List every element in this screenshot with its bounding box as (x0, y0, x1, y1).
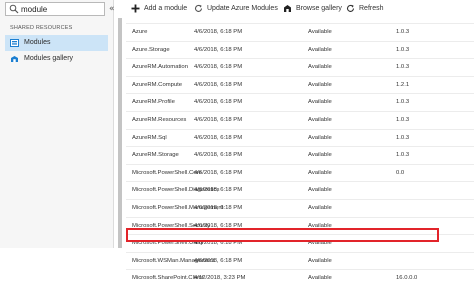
version-cell: 1.0.3 (396, 134, 410, 141)
sidebar-item-modules-gallery[interactable]: Modules gallery (5, 51, 108, 67)
search-input[interactable] (21, 3, 103, 15)
status-cell: Available (308, 169, 332, 176)
table-row[interactable]: AzureRM.Sql 4/6/2018, 6:18 PM Available 1.0… (126, 128, 474, 147)
version-cell: 1.0.3 (396, 117, 410, 123)
section-header-shared-resources: SHARED RESOURCES (10, 25, 73, 31)
plus-icon (131, 4, 140, 13)
last-modified-cell: 4/6/2018, 6:18 PM (194, 169, 243, 176)
last-modified-cell: 4/6/2018, 6:18 PM (194, 29, 243, 35)
table-row[interactable]: Microsoft.PowerShell.Diagnostics 4/6/2018… (126, 181, 474, 199)
table-row[interactable]: AzureRM.Compute 4/6/2018, 6:18 PM Availabl… (126, 75, 474, 94)
add-module-label: Add a module (144, 5, 188, 12)
refresh-icon (346, 4, 355, 12)
version-cell: 16.0.0.0 (396, 275, 418, 282)
module-name-cell: AzureRM.Automation (132, 64, 188, 71)
table-row[interactable]: AzureRM.Profile 4/6/2018, 6:18 PM Availabl… (126, 93, 474, 111)
version-cell: 1.0.3 (396, 64, 410, 71)
status-cell: Available (308, 134, 332, 141)
status-cell: Available (308, 152, 332, 159)
sidebar-item-label: Modules gallery (24, 55, 74, 62)
module-name-cell: Azure.Storage (132, 46, 170, 53)
status-cell: Available (308, 257, 332, 264)
last-modified-cell: 4/6/2018, 6:18 PM (194, 117, 243, 123)
gallery-icon (11, 56, 18, 62)
scrollbar-thumb[interactable] (118, 18, 122, 248)
last-modified-cell: 4/6/2018, 6:18 PM (194, 81, 243, 88)
version-cell: 1.2.1 (396, 81, 410, 88)
module-name-cell: Microsoft.SharePoint.Client (132, 275, 204, 282)
module-name-cell: AzureRM.Resources (132, 117, 187, 123)
last-modified-cell: 4/6/2018, 6:18 PM (194, 64, 243, 71)
last-modified-cell: 4/6/2018, 6:18 PM (194, 152, 243, 159)
highlight-box (126, 228, 439, 242)
table-row[interactable]: Microsoft.SharePoint.Client 4/12/2018, 3:… (126, 269, 474, 287)
table-row[interactable]: AzureRM.Automation 4/6/2018, 6:18 PM Avail… (126, 58, 474, 76)
version-cell: 1.0.3 (396, 29, 410, 35)
status-cell: Available (308, 99, 332, 106)
table-row[interactable]: Microsoft.PowerShell.Management 4/6/2018,… (126, 199, 474, 217)
gallery-icon (284, 5, 291, 12)
table-row[interactable]: Azure.Storage 4/6/2018, 6:18 PM Available 1… (126, 40, 474, 59)
modules-icon (10, 39, 19, 47)
sidebar: SHARED RESOURCES Modules Modules gallery (0, 0, 114, 248)
last-modified-cell: 4/6/2018, 6:18 PM (194, 46, 243, 53)
sidebar-item-label: Modules (24, 39, 51, 46)
module-name-cell: AzureRM.Compute (132, 81, 183, 88)
module-name-cell: AzureRM.Profile (132, 99, 175, 106)
status-cell: Available (308, 46, 332, 53)
browse-gallery-label: Browse gallery (296, 5, 342, 12)
refresh-label: Refresh (359, 5, 384, 12)
version-cell: 1.0.3 (396, 99, 410, 106)
last-modified-cell: 4/6/2018, 6:18 PM (194, 205, 243, 211)
update-azure-modules-label: Update Azure Modules (207, 5, 278, 12)
search-box[interactable] (5, 2, 105, 16)
status-cell: Available (308, 29, 332, 35)
status-cell: Available (308, 275, 332, 282)
status-cell: Available (308, 187, 332, 194)
status-cell: Available (308, 81, 332, 88)
status-cell: Available (308, 117, 332, 123)
module-name-cell: Azure (132, 29, 148, 35)
collapse-sidebar-button[interactable]: « (109, 3, 118, 15)
table-row[interactable]: AzureRM.Resources 4/6/2018, 6:18 PM Availa… (126, 111, 474, 129)
table-row[interactable]: Microsoft.PowerShell.Core 4/6/2018, 6:18 … (126, 163, 474, 182)
module-name-cell: AzureRM.Sql (132, 134, 167, 141)
status-cell: Available (308, 205, 332, 211)
table-row[interactable]: Microsoft.WSMan.Management 4/6/2018, 6:18… (126, 251, 474, 270)
search-icon (9, 4, 19, 14)
command-bar: Add a module Update Azure Modules Browse… (126, 0, 474, 17)
module-name-cell: Microsoft.PowerShell.Core (132, 169, 202, 176)
table-row[interactable]: Azure 4/6/2018, 6:18 PM Available 1.0.3 (126, 23, 474, 41)
last-modified-cell: 4/6/2018, 6:18 PM (194, 187, 243, 194)
module-name-cell: AzureRM.Storage (132, 152, 179, 159)
refresh-icon (194, 4, 203, 12)
last-modified-cell: 4/6/2018, 6:18 PM (194, 99, 243, 106)
last-modified-cell: 4/6/2018, 6:18 PM (194, 134, 243, 141)
sidebar-item-modules[interactable]: Modules (5, 35, 108, 51)
table-row[interactable]: AzureRM.Storage 4/6/2018, 6:18 PM Availabl… (126, 146, 474, 164)
last-modified-cell: 4/6/2018, 6:18 PM (194, 257, 243, 264)
version-cell: 0.0 (396, 169, 405, 176)
last-modified-cell: 4/12/2018, 3:23 PM (194, 275, 246, 282)
version-cell: 1.0.3 (396, 46, 410, 53)
status-cell: Available (308, 64, 332, 71)
version-cell: 1.0.3 (396, 152, 410, 159)
